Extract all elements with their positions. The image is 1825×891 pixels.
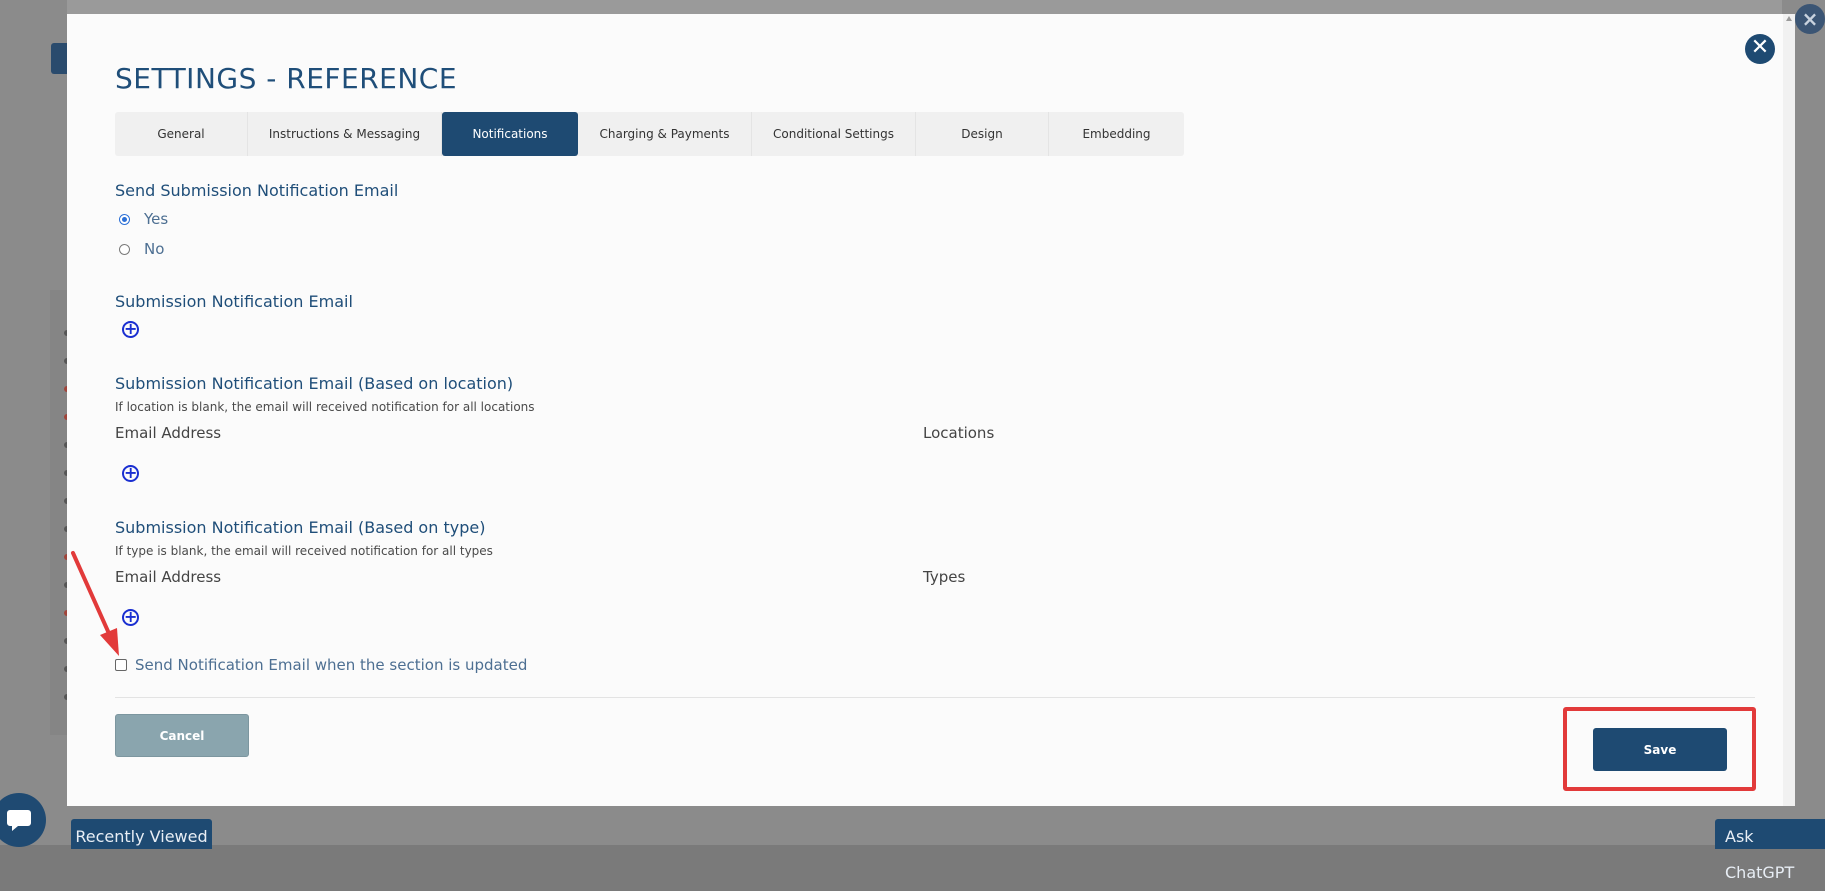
red-arrow-annotation [71, 551, 119, 656]
tab-design[interactable]: Design [916, 112, 1049, 156]
save-highlight-annotation [1563, 707, 1756, 791]
background-close-icon: × [1795, 4, 1825, 34]
background-top-strip [67, 0, 1782, 14]
tab-conditional-settings[interactable]: Conditional Settings [752, 112, 916, 156]
settings-modal: ✕ SETTINGS - REFERENCE General Instructi… [67, 14, 1795, 806]
tab-instructions-messaging[interactable]: Instructions & Messaging [248, 112, 442, 156]
chat-bubble-icon [7, 810, 31, 831]
modal-scrollbar[interactable] [1783, 14, 1795, 806]
types-column-label: Types [923, 568, 966, 586]
tab-charging-payments[interactable]: Charging & Payments [578, 112, 752, 156]
locations-column-label: Locations [923, 424, 995, 442]
tab-embedding[interactable]: Embedding [1049, 112, 1184, 156]
cancel-button[interactable]: Cancel [115, 714, 249, 757]
settings-tabs: General Instructions & Messaging Notific… [115, 112, 1184, 156]
tab-notifications[interactable]: Notifications [442, 112, 578, 156]
footer-divider [115, 697, 1755, 698]
close-modal-button[interactable]: ✕ [1745, 34, 1775, 64]
close-icon: ✕ [1750, 35, 1770, 60]
